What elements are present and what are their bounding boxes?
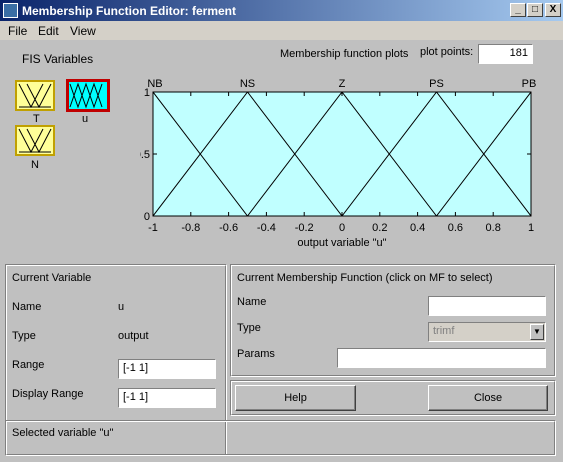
x-tick-label: 0.2	[372, 222, 387, 234]
mf-label-z: Z	[339, 78, 346, 90]
plot-points-label: plot points:	[420, 46, 474, 58]
menu-bar: File Edit View	[0, 21, 563, 40]
current-variable-heading: Current Variable	[12, 272, 92, 284]
current-mf-heading: Current Membership Function (click on MF…	[237, 272, 493, 284]
range-label: Range	[12, 359, 45, 371]
plot-points-input[interactable]: 181	[478, 44, 533, 64]
x-tick-label: -0.4	[257, 222, 276, 234]
mf-label-pb: PB	[522, 78, 537, 90]
fis-variable-T[interactable]	[15, 80, 55, 111]
menu-file[interactable]: File	[8, 24, 27, 38]
mf-params-input[interactable]	[337, 348, 546, 368]
close-button[interactable]: Close	[428, 385, 548, 411]
mf-thumbnail-icon	[69, 82, 103, 109]
variable-name-value: u	[118, 301, 125, 313]
range-input[interactable]: [-1 1]	[118, 359, 216, 379]
x-tick-label: 0	[339, 222, 345, 234]
mf-label-nb: NB	[147, 78, 162, 90]
fis-variable-N[interactable]	[15, 125, 55, 156]
menu-edit[interactable]: Edit	[38, 24, 59, 38]
mf-type-value: trimf	[433, 325, 455, 337]
mf-thumbnail-icon	[18, 128, 52, 154]
variable-type-value: output	[118, 330, 149, 342]
mf-name-label: Name	[237, 296, 267, 308]
chevron-down-icon[interactable]: ▼	[530, 324, 544, 340]
fis-variables-heading: FIS Variables	[22, 52, 94, 66]
plot-title: Membership function plots	[280, 48, 409, 60]
close-window-button[interactable]: X	[545, 3, 561, 17]
y-tick-label: 0	[144, 211, 150, 223]
help-button[interactable]: Help	[235, 385, 356, 411]
mf-label-ns: NS	[240, 78, 255, 90]
display-range-input[interactable]: [-1 1]	[118, 388, 216, 408]
mf-type-select[interactable]: trimf ▼	[428, 322, 546, 342]
mf-thumbnail-icon	[18, 83, 52, 109]
mf-label-ps: PS	[429, 78, 444, 90]
title-bar: Membership Function Editor: ferment _ □ …	[0, 0, 563, 21]
x-axis-label: output variable "u"	[297, 237, 386, 249]
variable-name-label: Name	[12, 301, 42, 313]
x-tick-label: 0.8	[486, 222, 501, 234]
x-tick-label: -0.8	[181, 222, 200, 234]
status-text: Selected variable "u"	[12, 427, 114, 439]
minimize-button[interactable]: _	[510, 3, 526, 17]
membership-function-plot[interactable]: -1-0.8-0.6-0.4-0.200.20.40.60.8100.51NBN…	[140, 70, 550, 262]
x-tick-label: 1	[528, 222, 534, 234]
variable-type-label: Type	[12, 330, 36, 342]
fis-variable-N-label: N	[31, 159, 39, 171]
mf-name-input[interactable]	[428, 296, 546, 316]
x-tick-label: 0.6	[448, 222, 463, 234]
maximize-button[interactable]: □	[527, 3, 543, 17]
y-tick-label: 0.5	[140, 149, 150, 161]
x-tick-label: -1	[148, 222, 158, 234]
plot-area	[152, 91, 532, 217]
x-tick-label: 0.4	[410, 222, 425, 234]
fis-variable-u[interactable]	[66, 79, 110, 112]
display-range-label: Display Range	[12, 388, 84, 400]
mf-params-label: Params	[237, 348, 275, 360]
x-tick-label: -0.6	[219, 222, 238, 234]
fis-variable-u-label: u	[82, 113, 89, 125]
app-icon	[3, 3, 18, 18]
x-tick-label: -0.2	[295, 222, 314, 234]
main-area: FIS Variables T u N Membership function …	[0, 40, 563, 462]
fis-variable-T-label: T	[33, 113, 40, 125]
menu-view[interactable]: View	[70, 24, 96, 38]
mf-type-label: Type	[237, 322, 261, 334]
window-title: Membership Function Editor: ferment	[22, 4, 237, 18]
